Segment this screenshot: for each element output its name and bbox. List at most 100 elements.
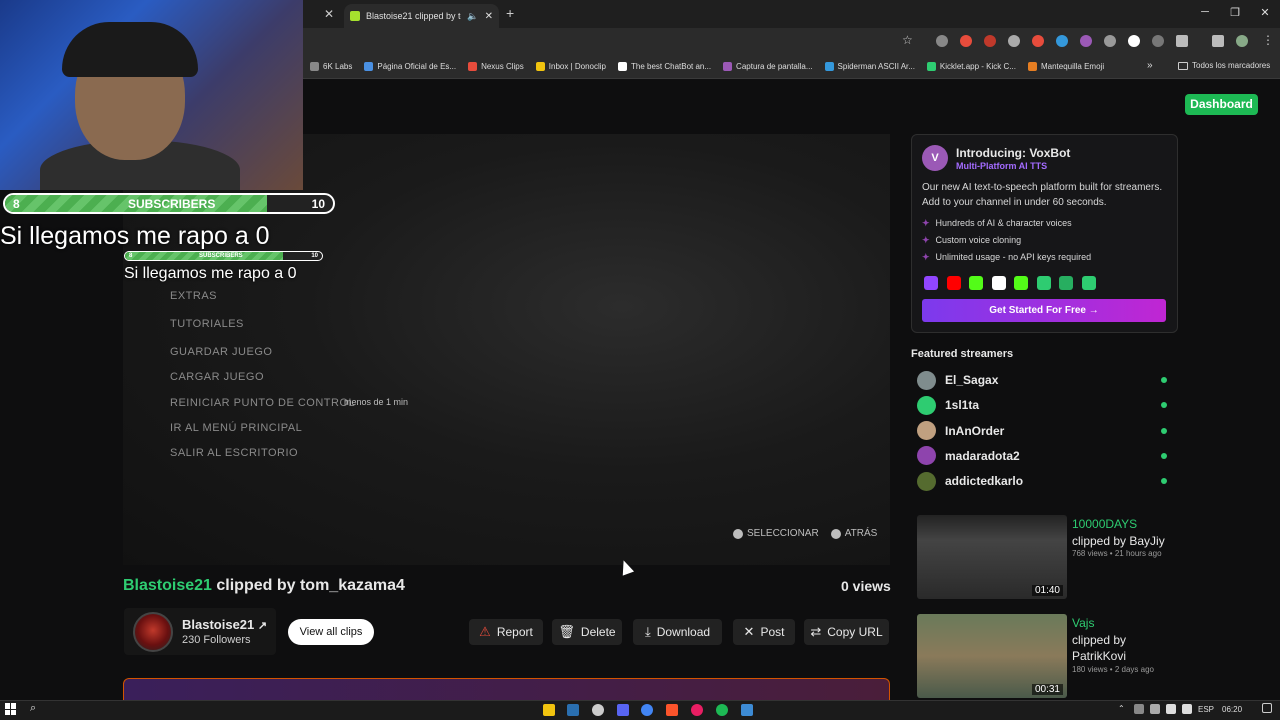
bookmark-item[interactable]: Captura de pantalla...: [723, 62, 813, 71]
x-logo-icon: ✕: [743, 624, 755, 639]
post-button[interactable]: ✕ Post: [733, 619, 795, 645]
streamer-headphones: [62, 22, 198, 77]
notifications-icon[interactable]: [1262, 703, 1272, 713]
extension-icon[interactable]: [1128, 35, 1140, 47]
promo-banner[interactable]: [123, 678, 890, 700]
live-indicator-icon: [1161, 478, 1167, 485]
new-tab-button[interactable]: +: [506, 5, 514, 21]
extension-icon[interactable]: [1080, 35, 1092, 47]
game-menu-item: TUTORIALES: [170, 318, 244, 330]
adblock-icon[interactable]: [984, 35, 996, 47]
clip-title: Blastoise21 clipped by tom_kazama4: [123, 577, 405, 595]
voxbot-get-started-button[interactable]: Get Started For Free →: [922, 299, 1166, 322]
app-icon[interactable]: [741, 704, 753, 716]
featured-streamer-row[interactable]: madaradota2: [917, 446, 1167, 466]
channel-avatar[interactable]: [133, 612, 173, 652]
spotify-icon[interactable]: [716, 704, 728, 716]
extension-icon[interactable]: [1056, 35, 1068, 47]
minimize-icon[interactable]: ─: [1196, 6, 1214, 22]
game-menu-item: CARGAR JUEGO: [170, 371, 265, 383]
copy-url-label: Copy URL: [827, 625, 883, 639]
streamer-avatar: [917, 446, 936, 466]
extension-icon[interactable]: [1152, 35, 1164, 47]
copy-url-button[interactable]: ⇄ Copy URL: [804, 619, 889, 645]
close-window-icon[interactable]: ✕: [1256, 6, 1274, 22]
live-indicator-icon: [1161, 402, 1167, 409]
keyboard-language[interactable]: ESP: [1198, 705, 1214, 714]
tray-icon[interactable]: [1134, 704, 1144, 714]
bookmark-label: The best ChatBot an...: [631, 62, 712, 71]
voxbot-bullet: ✦ Custom voice cloning: [922, 235, 1021, 246]
channel-name[interactable]: Blastoise21 ↗: [182, 617, 267, 632]
featured-streamer-row[interactable]: addictedkarlo: [917, 471, 1167, 491]
extension-icon[interactable]: [1104, 35, 1116, 47]
button-x-icon: [733, 528, 743, 539]
clip-thumbnail[interactable]: 01:40: [917, 515, 1067, 599]
folder-icon: [1178, 61, 1188, 70]
voxbot-bullet-text: Unlimited usage - no API keys required: [935, 252, 1092, 262]
close-tab-icon[interactable]: ✕: [321, 6, 337, 22]
view-count: 0 views: [841, 578, 891, 594]
hint-select-label: SELECCIONAR: [747, 528, 819, 539]
windows-start-icon[interactable]: [5, 703, 17, 715]
download-button[interactable]: ⤓ Download: [633, 619, 722, 645]
file-explorer-icon[interactable]: [543, 704, 555, 716]
app-icon[interactable]: [592, 704, 604, 716]
clip-streamer-link[interactable]: Blastoise21: [123, 577, 212, 594]
media-player-icon[interactable]: [691, 704, 703, 716]
clip-streamer-name[interactable]: Vajs: [1072, 616, 1094, 630]
tray-icon[interactable]: [1150, 704, 1160, 714]
bookmark-item[interactable]: 6K Labs: [310, 62, 352, 71]
bookmarks-overflow-icon[interactable]: »: [1147, 60, 1153, 71]
profile-avatar[interactable]: [1236, 35, 1248, 47]
search-icon[interactable]: ⌕: [30, 702, 36, 715]
tray-chevron-icon[interactable]: ⌃: [1118, 704, 1125, 713]
extension-icon[interactable]: [1032, 35, 1044, 47]
featured-streamer-row[interactable]: El_Sagax: [917, 370, 1167, 390]
close-tab-icon[interactable]: ✕: [485, 11, 493, 22]
bookmark-item[interactable]: The best ChatBot an...: [618, 62, 711, 71]
voxbot-bullet: ✦ Unlimited usage - no API keys required: [922, 252, 1091, 263]
featured-streamer-row[interactable]: 1sl1ta: [917, 395, 1167, 415]
bookmark-item[interactable]: Inbox | Donoclip: [535, 62, 606, 71]
video-timer-text: menos de 1 min: [344, 397, 409, 407]
tab-audio-icon[interactable]: 🔈: [467, 11, 478, 22]
tray-icon[interactable]: [1166, 704, 1176, 714]
bookmark-item[interactable]: Mantequilla Emoji: [1027, 62, 1104, 71]
extensions-puzzle-icon[interactable]: [1176, 35, 1188, 47]
streamer-avatar: [917, 421, 936, 441]
extension-icon[interactable]: [936, 35, 948, 47]
delete-button[interactable]: 🗑 Delete: [552, 619, 622, 645]
hint-back: ATRÁS: [830, 528, 877, 539]
report-button[interactable]: ⚠ Report: [469, 619, 543, 645]
featured-streamer-row[interactable]: InAnOrder: [917, 421, 1167, 441]
active-tab[interactable]: Blastoise21 clipped by tom 🔈 ✕: [344, 4, 499, 28]
streamer-name: madaradota2: [945, 448, 1020, 463]
clip-streamer-name[interactable]: 10000DAYS: [1072, 517, 1137, 531]
clip-thumbnail[interactable]: 00:31: [917, 614, 1067, 698]
restore-icon[interactable]: ❐: [1226, 6, 1244, 22]
bookmark-item[interactable]: Nexus Clips: [468, 62, 524, 71]
view-all-clips-button[interactable]: View all clips: [288, 619, 374, 645]
media-control-icon[interactable]: [1212, 35, 1224, 47]
chrome-icon[interactable]: [641, 704, 653, 716]
discord-icon[interactable]: [617, 704, 629, 716]
clock[interactable]: 06:20: [1222, 705, 1242, 714]
bookmark-item[interactable]: Página Oficial de Es...: [364, 62, 456, 71]
bookmark-label: 6K Labs: [323, 62, 353, 71]
all-bookmarks-folder[interactable]: Todos los marcadores: [1178, 61, 1270, 70]
bookmark-star-icon[interactable]: ☆: [902, 33, 913, 47]
volume-icon[interactable]: [1182, 704, 1192, 714]
extension-icon[interactable]: [1008, 35, 1020, 47]
browser-menu-icon[interactable]: ⋮: [1262, 33, 1274, 47]
bookmark-item[interactable]: Kicklet.app - Kick C...: [926, 62, 1016, 71]
brave-icon[interactable]: [666, 704, 678, 716]
bookmark-favicon-icon: [723, 62, 733, 71]
steam-icon[interactable]: [567, 704, 579, 716]
bookmark-label: Spiderman ASCII Ar...: [837, 62, 915, 71]
sub-label: SUBSCRIBERS: [128, 196, 216, 211]
streamer-avatar: [917, 471, 936, 491]
extension-icon[interactable]: [960, 35, 972, 47]
dashboard-button[interactable]: Dashboard: [1185, 94, 1258, 115]
bookmark-item[interactable]: Spiderman ASCII Ar...: [824, 62, 915, 71]
